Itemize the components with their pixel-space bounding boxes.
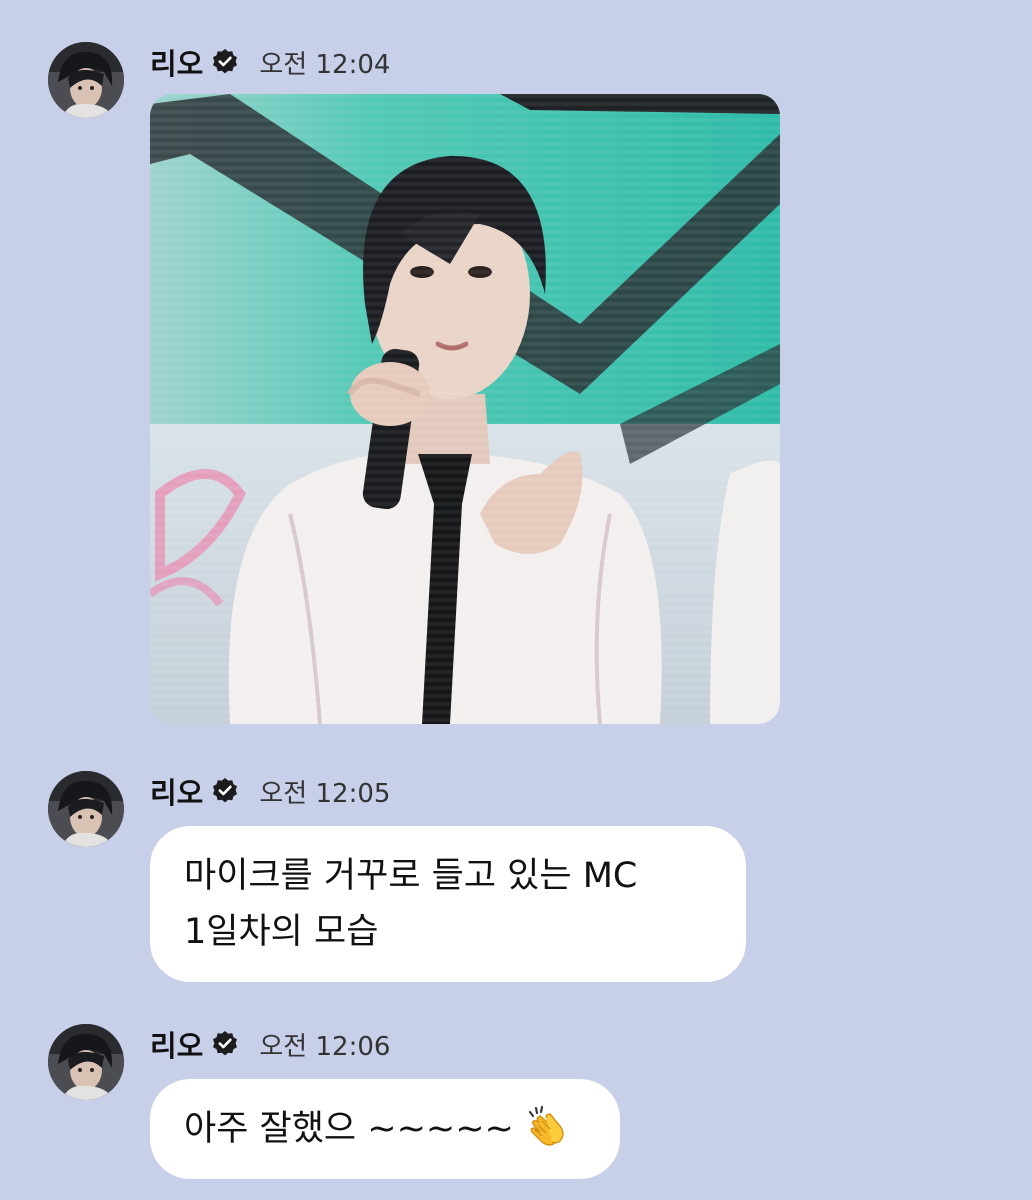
message-bubble[interactable]: 아주 잘했으 ~~~~~: [150, 1079, 620, 1179]
message-text: 아주 잘했으 ~~~~~: [184, 1109, 514, 1149]
message-time: 오전 12:05: [259, 778, 391, 809]
verified-badge-icon: [211, 1030, 239, 1058]
verified-badge-icon: [211, 48, 239, 76]
message-text-line: 아주 잘했으 ~~~~~: [184, 1101, 576, 1157]
message-text-line: 마이크를 거꾸로 들고 있는 MC: [184, 856, 638, 896]
message-header: 리오 오전 12:05: [150, 771, 390, 811]
message-bubble[interactable]: 마이크를 거꾸로 들고 있는 MC 1일차의 모습: [150, 826, 746, 982]
photo-attachment[interactable]: [150, 94, 780, 724]
sender-name[interactable]: 리오: [150, 41, 203, 83]
message-time: 오전 12:04: [259, 49, 391, 80]
message-text-line: 1일차의 모습: [184, 912, 379, 952]
message-header: 리오 오전 12:04: [150, 42, 390, 82]
verified-badge-icon: [211, 777, 239, 805]
sender-name[interactable]: 리오: [150, 1023, 203, 1065]
sender-avatar[interactable]: [48, 771, 124, 847]
message-time: 오전 12:06: [259, 1031, 391, 1062]
sender-avatar[interactable]: [48, 1024, 124, 1100]
sender-avatar[interactable]: [48, 42, 124, 118]
sender-name[interactable]: 리오: [150, 770, 203, 812]
message-header: 리오 오전 12:06: [150, 1024, 390, 1064]
clapping-hands-icon: [524, 1104, 568, 1148]
